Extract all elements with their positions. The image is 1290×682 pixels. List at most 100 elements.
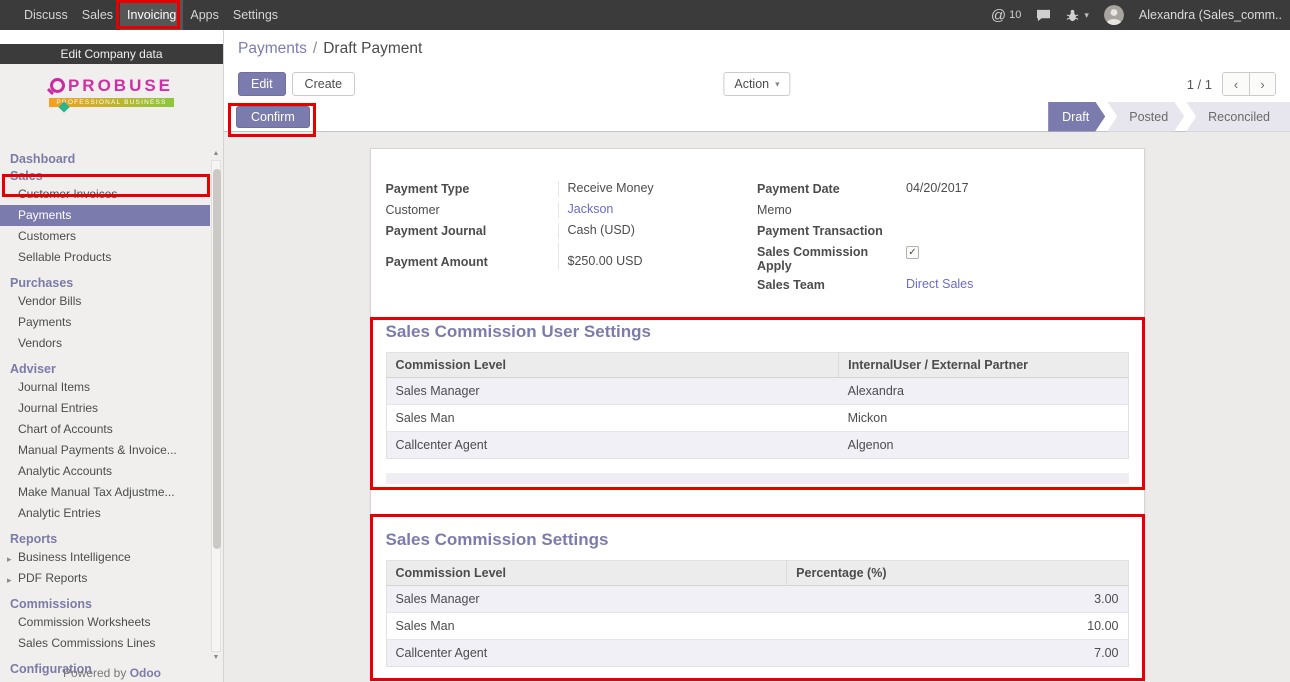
payment-amount-label: Payment Amount: [386, 254, 558, 269]
scroll-down-icon[interactable]: ▼: [210, 652, 222, 664]
payment-transaction-label: Payment Transaction: [757, 223, 897, 238]
sidebar-item-label: PDF Reports: [18, 571, 87, 585]
form-sheet: Payment Type Receive Money Customer Jack…: [370, 148, 1145, 682]
menu-apps[interactable]: Apps: [183, 0, 226, 30]
form-spacer: [386, 242, 758, 252]
cell-commission-level: Callcenter Agent: [386, 640, 787, 667]
messages-icon[interactable]: @ 10: [991, 7, 1021, 24]
payment-date-label: Payment Date: [757, 181, 897, 196]
scrollbar-track[interactable]: [211, 160, 221, 652]
column-header-internal-user[interactable]: InternalUser / External Partner: [839, 353, 1128, 378]
action-dropdown[interactable]: Action ▾: [723, 72, 790, 96]
cell-commission-level: Callcenter Agent: [386, 432, 839, 459]
payment-journal-label: Payment Journal: [386, 223, 558, 238]
sidebar-item-pdf-reports[interactable]: ▸ PDF Reports: [0, 568, 210, 589]
message-count: 10: [1009, 9, 1021, 21]
sidebar-item-journal-items[interactable]: Journal Items: [0, 377, 210, 398]
sales-commission-apply-value: ✓: [897, 244, 1129, 259]
create-button[interactable]: Create: [292, 72, 356, 96]
table-row[interactable]: Sales Man 10.00: [386, 613, 1128, 640]
sidebar-heading-commissions[interactable]: Commissions: [0, 595, 210, 612]
cell-percentage: 7.00: [787, 640, 1128, 667]
sidebar-scrollbar[interactable]: ▲ ▼: [210, 148, 222, 664]
menu-sales[interactable]: Sales: [75, 0, 120, 30]
chevron-down-icon: ▾: [1084, 10, 1089, 21]
menu-settings[interactable]: Settings: [226, 0, 285, 30]
customer-label: Customer: [386, 202, 558, 217]
cell-percentage: 3.00: [787, 586, 1128, 613]
menu-invoicing[interactable]: Invoicing: [120, 0, 183, 30]
sidebar-item-chart-of-accounts[interactable]: Chart of Accounts: [0, 419, 210, 440]
empty-table-strip: [386, 473, 1129, 484]
sidebar-item-sellable-products[interactable]: Sellable Products: [0, 247, 210, 268]
cell-user: Mickon: [839, 405, 1128, 432]
debug-icon[interactable]: ▾: [1066, 9, 1089, 22]
scroll-up-icon[interactable]: ▲: [210, 148, 222, 160]
cell-commission-level: Sales Man: [386, 405, 839, 432]
powered-by: Powered by Odoo: [0, 666, 224, 680]
breadcrumb-payments[interactable]: Payments: [238, 40, 307, 57]
confirm-button[interactable]: Confirm: [236, 106, 310, 128]
user-settings-table: Commission Level InternalUser / External…: [386, 352, 1129, 459]
sidebar-item-customers[interactable]: Customers: [0, 226, 210, 247]
sidebar-item-payments-purchases[interactable]: Payments: [0, 312, 210, 333]
sales-commission-apply-checkbox[interactable]: ✓: [906, 246, 919, 259]
table-row[interactable]: Sales Manager Alexandra: [386, 378, 1128, 405]
cell-commission-level: Sales Manager: [386, 586, 787, 613]
status-posted[interactable]: Posted: [1107, 102, 1184, 132]
breadcrumb-separator: /: [313, 40, 317, 57]
sidebar-item-tax-adjustments[interactable]: Make Manual Tax Adjustme...: [0, 482, 210, 503]
sidebar-heading-reports[interactable]: Reports: [0, 530, 210, 547]
table-row[interactable]: Sales Manager 3.00: [386, 586, 1128, 613]
sidebar-item-vendor-bills[interactable]: Vendor Bills: [0, 291, 210, 312]
cell-user: Algenon: [839, 432, 1128, 459]
sidebar-item-payments[interactable]: Payments: [0, 205, 210, 226]
scrollbar-thumb[interactable]: [213, 169, 221, 549]
column-header-commission-level[interactable]: Commission Level: [386, 353, 839, 378]
sidebar-item-sales-commissions-lines[interactable]: Sales Commissions Lines: [0, 633, 210, 654]
sidebar-item-manual-payments[interactable]: Manual Payments & Invoice...: [0, 440, 210, 461]
sidebar-item-analytic-entries[interactable]: Analytic Entries: [0, 503, 210, 524]
status-draft[interactable]: Draft: [1048, 102, 1105, 132]
menu-discuss[interactable]: Discuss: [17, 0, 75, 30]
table-row[interactable]: Sales Man Mickon: [386, 405, 1128, 432]
sidebar-item-vendors[interactable]: Vendors: [0, 333, 210, 354]
table-row[interactable]: Callcenter Agent Algenon: [386, 432, 1128, 459]
avatar[interactable]: [1104, 5, 1124, 25]
topbar-right: @ 10 ▾ Alexandra (Sales_comm..: [991, 0, 1290, 30]
company-logo: PROBUSE PROFESSIONAL BUSINESS: [0, 64, 223, 118]
sidebar-item-customer-invoices[interactable]: Customer Invoices: [0, 184, 210, 205]
pager-next-button[interactable]: ›: [1249, 73, 1275, 95]
user-menu[interactable]: Alexandra (Sales_comm..: [1139, 8, 1282, 22]
odoo-brand-link[interactable]: Odoo: [130, 666, 161, 680]
check-icon: ✓: [908, 247, 916, 258]
magnifier-icon: [50, 78, 65, 93]
sidebar-heading-dashboard[interactable]: Dashboard: [0, 150, 210, 167]
sidebar-heading-purchases[interactable]: Purchases: [0, 274, 210, 291]
cell-percentage: 10.00: [787, 613, 1128, 640]
statusbar: Confirm Draft Posted Reconciled: [224, 102, 1290, 132]
chat-icon[interactable]: [1036, 9, 1051, 22]
payment-amount-value: $250.00 USD: [558, 254, 758, 270]
sidebar-item-business-intelligence[interactable]: ▸ Business Intelligence: [0, 547, 210, 568]
pager-count: 1 / 1: [1187, 77, 1212, 92]
at-icon: @: [991, 7, 1006, 24]
table-header-row: Commission Level Percentage (%): [386, 561, 1128, 586]
sidebar-item-analytic-accounts[interactable]: Analytic Accounts: [0, 461, 210, 482]
table-row[interactable]: Callcenter Agent 7.00: [386, 640, 1128, 667]
powered-by-text: Powered by: [63, 666, 126, 680]
sidebar-item-journal-entries[interactable]: Journal Entries: [0, 398, 210, 419]
column-header-commission-level[interactable]: Commission Level: [386, 561, 787, 586]
sales-team-link[interactable]: Direct Sales: [906, 277, 973, 291]
payment-type-value: Receive Money: [558, 181, 758, 197]
edit-button[interactable]: Edit: [238, 72, 286, 96]
column-header-percentage[interactable]: Percentage (%): [787, 561, 1128, 586]
pager-prev-button[interactable]: ‹: [1223, 73, 1249, 95]
edit-company-button[interactable]: Edit Company data: [0, 44, 223, 64]
sidebar-item-commission-worksheets[interactable]: Commission Worksheets: [0, 612, 210, 633]
cell-commission-level: Sales Man: [386, 613, 787, 640]
sidebar-heading-adviser[interactable]: Adviser: [0, 360, 210, 377]
sidebar-heading-sales[interactable]: Sales: [0, 167, 210, 184]
status-reconciled[interactable]: Reconciled: [1186, 102, 1290, 132]
customer-link[interactable]: Jackson: [568, 202, 614, 216]
